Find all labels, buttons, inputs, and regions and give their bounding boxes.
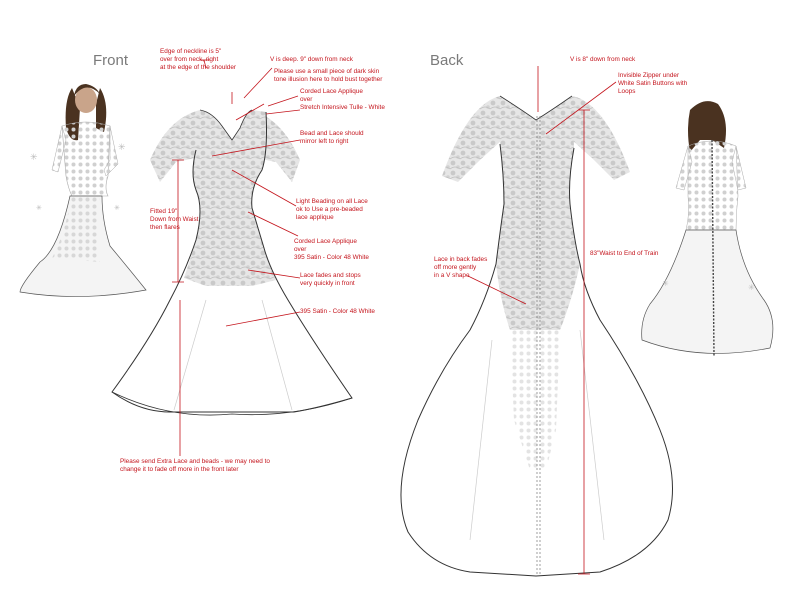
note-back-v-depth: V is 8" down from neck [570, 56, 636, 63]
note-neckline-edge: Edge of neckline is 5" over from neck, r… [160, 48, 237, 71]
svg-text:✳: ✳ [114, 204, 120, 212]
note-corded-lace-satin: Corded Lace Applique over 395 Satin - Co… [294, 238, 369, 261]
note-lace-fades: Lace fades and stops very quickly in fro… [300, 272, 361, 287]
note-beading: Light Beading on all Lace ok to Use a pr… [296, 198, 368, 221]
note-satin: 395 Satin - Color 48 White [300, 308, 375, 315]
note-zipper: Invisible Zipper under White Satin Butto… [618, 72, 688, 95]
note-train: 83"Waist to End of Train [590, 250, 659, 257]
front-dress-sketch [111, 109, 353, 416]
note-fitted: Fitted 19" Down from Waist then flares [150, 208, 199, 231]
note-mirror: Bead and Lace should mirror left to righ… [300, 130, 364, 145]
back-heading: Back [430, 52, 464, 69]
note-corded-lace-tulle: Corded Lace Applique over Stretch Intens… [300, 88, 385, 111]
svg-text:✳: ✳ [30, 153, 38, 163]
note-extra-lace: Please send Extra Lace and beads - we ma… [120, 458, 270, 473]
svg-text:✳: ✳ [662, 279, 669, 288]
note-front-v-depth: V is deep. 9" down from neck [270, 56, 353, 63]
back-model-figure: ✳ ✳ [641, 101, 774, 357]
note-illusion: Please use a small piece of dark skin to… [274, 68, 383, 83]
svg-text:✳: ✳ [748, 283, 755, 292]
front-model-figure: ✳ ✳ ✳ ✳ [19, 84, 147, 297]
svg-text:✳: ✳ [36, 204, 42, 212]
front-heading: Front [93, 52, 129, 69]
svg-text:✳: ✳ [118, 143, 126, 153]
note-lace-back: Lace in back fades off more gently in a … [434, 256, 488, 279]
